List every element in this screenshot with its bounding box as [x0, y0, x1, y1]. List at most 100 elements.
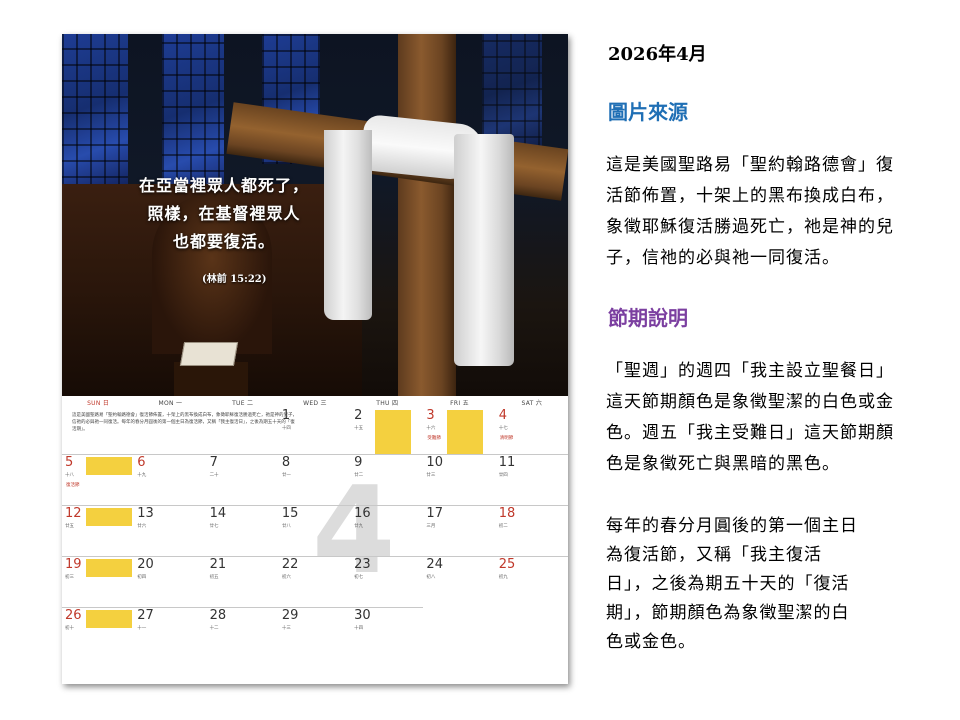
lunar-date: 三月 [426, 524, 436, 529]
day-number: 17 [426, 506, 443, 521]
calendar-day-cell: 3 十六受難節 [423, 408, 495, 454]
verse-line: 也都要復活。 [172, 232, 275, 251]
lunar-date: 十八 [65, 473, 74, 478]
calendar-day-cell: 10 廿三 [423, 454, 496, 505]
liturgical-highlight [375, 410, 412, 454]
easter-text: 每年的春分月圓後的第一個主日為復活節，又稱「我主復活日」，之後為期五十天的「復活… [606, 516, 858, 652]
lunar-date: 二十 [209, 473, 219, 478]
lunar-date: 廿七 [209, 524, 219, 529]
lunar-date: 初七 [354, 575, 364, 580]
calendar-day-cell: 30 十四 [351, 607, 424, 658]
lunar-date: 初二 [498, 524, 508, 529]
day-number: 4 [498, 408, 507, 423]
stained-glass-window [62, 34, 128, 194]
day-number: 22 [281, 557, 299, 572]
verse-line: 照樣，在基督裡眾人 [147, 204, 301, 223]
day-number: 3 [426, 408, 435, 423]
liturgical-highlight [447, 410, 484, 454]
weekday-sat: SAT 六 [521, 399, 543, 407]
lunar-date: 廿六 [137, 524, 147, 529]
liturgical-highlight [86, 508, 133, 526]
calendar-day-cell: 20 初四 [134, 556, 207, 607]
holiday-tag: 復活節 [66, 483, 80, 488]
weekday-wed: WED 三 [303, 399, 327, 407]
day-number: 1 [281, 408, 291, 423]
calendar-day-cell: 25 初九 [495, 556, 568, 607]
calendar-intro: 這是美國聖路易「聖約翰路德會」復活節佈置，十架上的黑布換成白布，象徵耶穌復活勝過… [72, 413, 297, 432]
image-source-heading: 圖片來源 [608, 100, 688, 124]
holiday-tag: 清明節 [499, 436, 514, 441]
calendar-day-cell: 14 廿七 [206, 505, 279, 556]
holiday-tag: 受難節 [427, 436, 441, 441]
liturgical-highlight [86, 610, 133, 628]
calendar-day-cell: 17 三月 [423, 505, 496, 556]
day-number: 29 [281, 608, 299, 623]
weekday-fri: FRI 五 [450, 399, 469, 407]
lunar-date: 廿九 [354, 524, 364, 529]
cross-vertical-beam [398, 34, 456, 396]
calendar-page: 在亞當裡眾人都死了， 照樣，在基督裡眾人 也都要復活。 (林前 15:22) S… [62, 34, 568, 684]
lunar-date: 十五 [354, 426, 364, 431]
calendar-day-cell: 7 二十 [206, 454, 279, 505]
lunar-date: 初十 [65, 626, 74, 631]
calendar-day-cell: 11 廿四 [495, 454, 568, 505]
calendar-day-cell: 2 十五 [351, 408, 423, 454]
day-number: 23 [354, 557, 371, 572]
lunar-date: 初八 [426, 575, 436, 580]
calendar-day-cell: 27 十一 [134, 607, 207, 658]
calendar-day-cell: 15 廿八 [278, 505, 352, 556]
calendar-day-cell: 28 十二 [206, 607, 279, 658]
weekday-tue: TUE 二 [232, 399, 254, 407]
lunar-date: 十一 [137, 626, 147, 631]
day-number: 8 [281, 455, 291, 470]
lunar-date: 廿二 [354, 473, 364, 478]
day-number: 7 [209, 455, 218, 470]
lunar-date: 十二 [209, 626, 219, 631]
image-source-text: 這是美國聖路易「聖約翰路德會」復活節佈置，十架上的黑布換成白布，象徵耶穌復活勝過… [606, 155, 894, 268]
lunar-date: 十六 [426, 426, 436, 431]
bible-verse: 在亞當裡眾人都死了， 照樣，在基督裡眾人 也都要復活。 [114, 172, 334, 256]
calendar-day-cell: 12 廿五 [62, 505, 135, 556]
calendar-day-cell: 23 初七 [351, 556, 424, 607]
lunar-date: 初九 [498, 575, 508, 580]
lunar-date: 初四 [137, 575, 147, 580]
day-number: 13 [137, 506, 154, 521]
day-number: 16 [354, 506, 371, 521]
day-number: 15 [281, 506, 299, 521]
day-number: 19 [65, 557, 82, 572]
calendar-day-cell: 9 廿二 [351, 454, 424, 505]
day-number: 25 [498, 557, 516, 572]
calendar-day-cell: 22 初六 [278, 556, 352, 607]
day-number: 30 [354, 608, 371, 623]
weekday-sun: SUN 日 [87, 399, 110, 407]
day-number: 21 [209, 557, 227, 572]
calendar-day-cell: 4 十七清明節 [496, 408, 568, 454]
season-text: 「聖週」的週四「我主設立聖餐日」這天節期顏色是象徵聖潔的白色或金色。週五「我主受… [606, 361, 894, 474]
calendar-day-cell: 13 廿六 [134, 505, 207, 556]
day-number: 18 [498, 506, 516, 521]
calendar-day-cell: 18 初二 [495, 505, 568, 556]
liturgical-highlight [86, 559, 133, 577]
weekday-header: SUN 日 MON 一 TUE 二 WED 三 THU 四 FRI 五 SAT … [62, 396, 568, 408]
lunar-date: 十四 [354, 626, 364, 631]
calendar-day-cell: 26 初十 [62, 607, 135, 658]
calendar-day-cell: 29 十三 [278, 607, 352, 658]
lunar-date: 十七 [498, 426, 508, 431]
day-number: 6 [137, 455, 146, 470]
calendar-day-cell: 24 初八 [423, 556, 496, 607]
calendar-day-cell: 5 十八 復活節 [62, 454, 135, 505]
lunar-date: 廿四 [498, 473, 508, 478]
calendar-day-cell: 21 初五 [206, 556, 279, 607]
lunar-date: 十四 [281, 426, 291, 431]
lunar-date: 初三 [65, 575, 74, 580]
day-number: 28 [209, 608, 227, 623]
page-title: 2026年4月 [608, 44, 707, 65]
verse-line: 在亞當裡眾人都死了， [138, 176, 309, 195]
white-cloth-right [454, 134, 514, 366]
day-number: 26 [65, 608, 82, 623]
day-number: 9 [354, 455, 363, 470]
lunar-date: 十三 [281, 626, 291, 631]
calendar-day-cell: 6 十九 [134, 454, 207, 505]
calendar-day-cell: 16 廿九 [351, 505, 424, 556]
day-number: 11 [498, 455, 516, 470]
